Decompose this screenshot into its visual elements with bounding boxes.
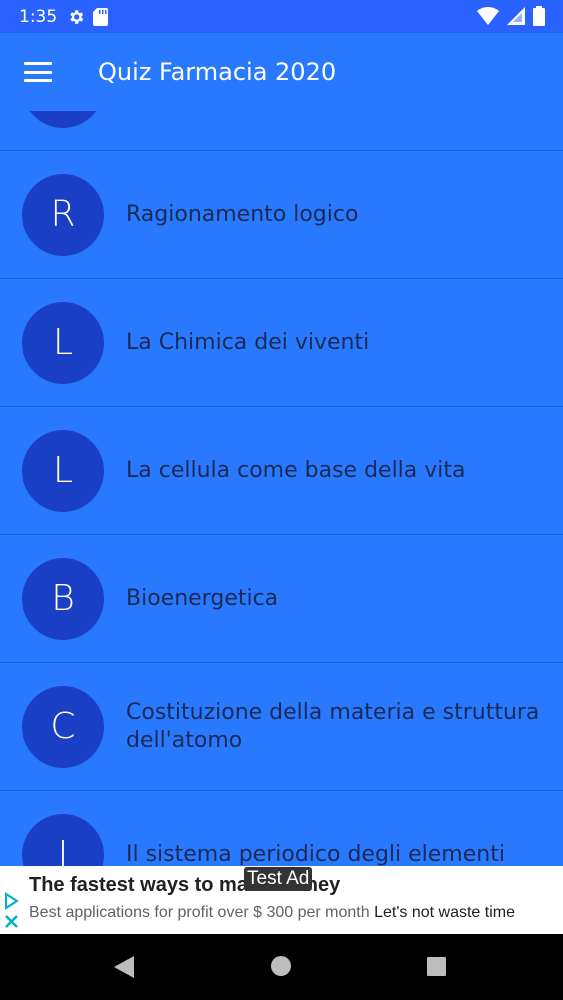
ad-body-text: Best applications for profit over $ 300 … <box>29 904 370 921</box>
list-item-label: Costituzione della materia e struttura d… <box>126 699 540 753</box>
list-item-avatar: B <box>22 557 104 640</box>
sd-card-icon <box>93 7 109 26</box>
topic-list[interactable]: R Ragionamento logico L La Chimica dei vive… <box>0 111 563 866</box>
app-bar: Quiz Farmacia 2020 <box>0 33 563 111</box>
list-item[interactable]: L La Chimica dei viventi <box>0 279 563 407</box>
list-item-label: Il sistema periodico degli elementi <box>126 841 505 867</box>
recents-icon[interactable] <box>427 957 446 976</box>
app-title: Quiz Farmacia 2020 <box>98 58 337 86</box>
ad-cta[interactable]: Let's not waste time <box>374 904 515 921</box>
list-item[interactable] <box>0 111 563 151</box>
list-item-label: Bioenergetica <box>126 585 279 611</box>
list-item[interactable]: B Bioenergetica <box>0 535 563 663</box>
list-item[interactable]: C Costituzione della materia e struttura … <box>0 663 563 791</box>
ad-body[interactable]: Best applications for profit over $ 300 … <box>29 904 515 922</box>
adchoices-icon[interactable] <box>4 892 20 930</box>
status-bar: 1:35 <box>0 0 563 33</box>
back-icon[interactable] <box>114 956 134 978</box>
list-item-avatar <box>22 111 104 128</box>
navigation-bar <box>0 934 563 1000</box>
battery-icon <box>533 6 545 26</box>
list-item-avatar: L <box>22 301 104 384</box>
list-item-label: La cellula come base della vita <box>126 457 466 483</box>
settings-icon <box>70 9 84 24</box>
wifi-icon <box>477 7 499 25</box>
signal-icon <box>507 7 525 25</box>
list-item-label: Ragionamento logico <box>126 201 359 227</box>
hamburger-menu-icon[interactable] <box>24 62 52 82</box>
list-item[interactable]: I Il sistema periodico degli elementi <box>0 791 563 866</box>
home-icon[interactable] <box>271 956 291 976</box>
test-ad-badge: Test Ad <box>244 867 313 891</box>
list-item-avatar: R <box>22 173 104 256</box>
list-item-label: La Chimica dei viventi <box>126 329 370 355</box>
list-item-avatar: I <box>22 813 104 866</box>
list-item-avatar: C <box>22 685 104 768</box>
list-item[interactable]: L La cellula come base della vita <box>0 407 563 535</box>
ad-banner[interactable]: The fastest ways to make money Test Ad B… <box>0 866 563 934</box>
status-time: 1:35 <box>19 6 58 27</box>
list-item[interactable]: R Ragionamento logico <box>0 151 563 279</box>
list-item-avatar: L <box>22 429 104 512</box>
